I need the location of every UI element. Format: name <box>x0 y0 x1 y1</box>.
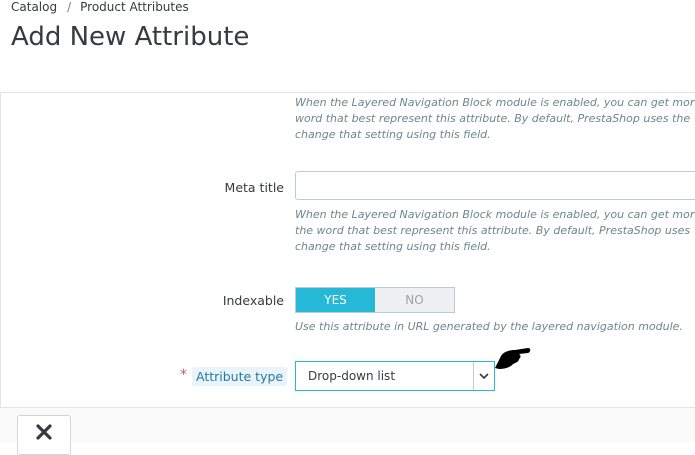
meta-title-input[interactable] <box>295 171 695 200</box>
indexable-no-option[interactable]: NO <box>375 288 454 312</box>
close-icon <box>35 423 53 445</box>
breadcrumb-catalog[interactable]: Catalog <box>11 0 57 14</box>
chevron-down-icon[interactable] <box>473 362 494 390</box>
help-line: When the Layered Navigation Block module… <box>295 208 695 221</box>
page-header: Catalog / Product Attributes Add New Attri… <box>0 0 695 93</box>
help-line: change that setting using this field. <box>295 240 491 253</box>
hand-cursor-icon <box>495 348 531 369</box>
help-line: change that setting using this field. <box>295 128 491 141</box>
help-line: word that best represent this attribute.… <box>295 112 691 125</box>
help-line: the word that best represent this attrib… <box>295 224 691 237</box>
page-title: Add New Attribute <box>11 22 250 52</box>
panel-footer <box>0 407 695 442</box>
attribute-type-value: Drop-down list <box>308 369 396 383</box>
form-body: When the Layered Navigation Block module… <box>0 93 695 407</box>
help-line: When the Layered Navigation Block module… <box>295 96 695 109</box>
breadcrumb-separator: / <box>67 0 72 14</box>
meta-title-label: Meta title <box>224 180 284 195</box>
indexable-help: Use this attribute in URL generated by t… <box>295 320 683 333</box>
attribute-form-panel: When the Layered Navigation Block module… <box>0 93 695 455</box>
indexable-switch[interactable]: YES NO <box>295 287 455 313</box>
breadcrumb-product-attributes[interactable]: Product Attributes <box>80 0 189 14</box>
cancel-button[interactable] <box>17 415 71 455</box>
breadcrumb: Catalog / Product Attributes <box>11 0 189 14</box>
attribute-type-label: Attribute type <box>192 367 288 386</box>
attribute-type-select[interactable]: Drop-down list <box>295 361 495 391</box>
indexable-label: Indexable <box>222 293 284 308</box>
top-help-text: When the Layered Navigation Block module… <box>295 95 694 143</box>
required-asterisk: * <box>180 367 187 383</box>
indexable-yes-option[interactable]: YES <box>296 288 375 312</box>
meta-title-help: When the Layered Navigation Block module… <box>295 207 694 255</box>
